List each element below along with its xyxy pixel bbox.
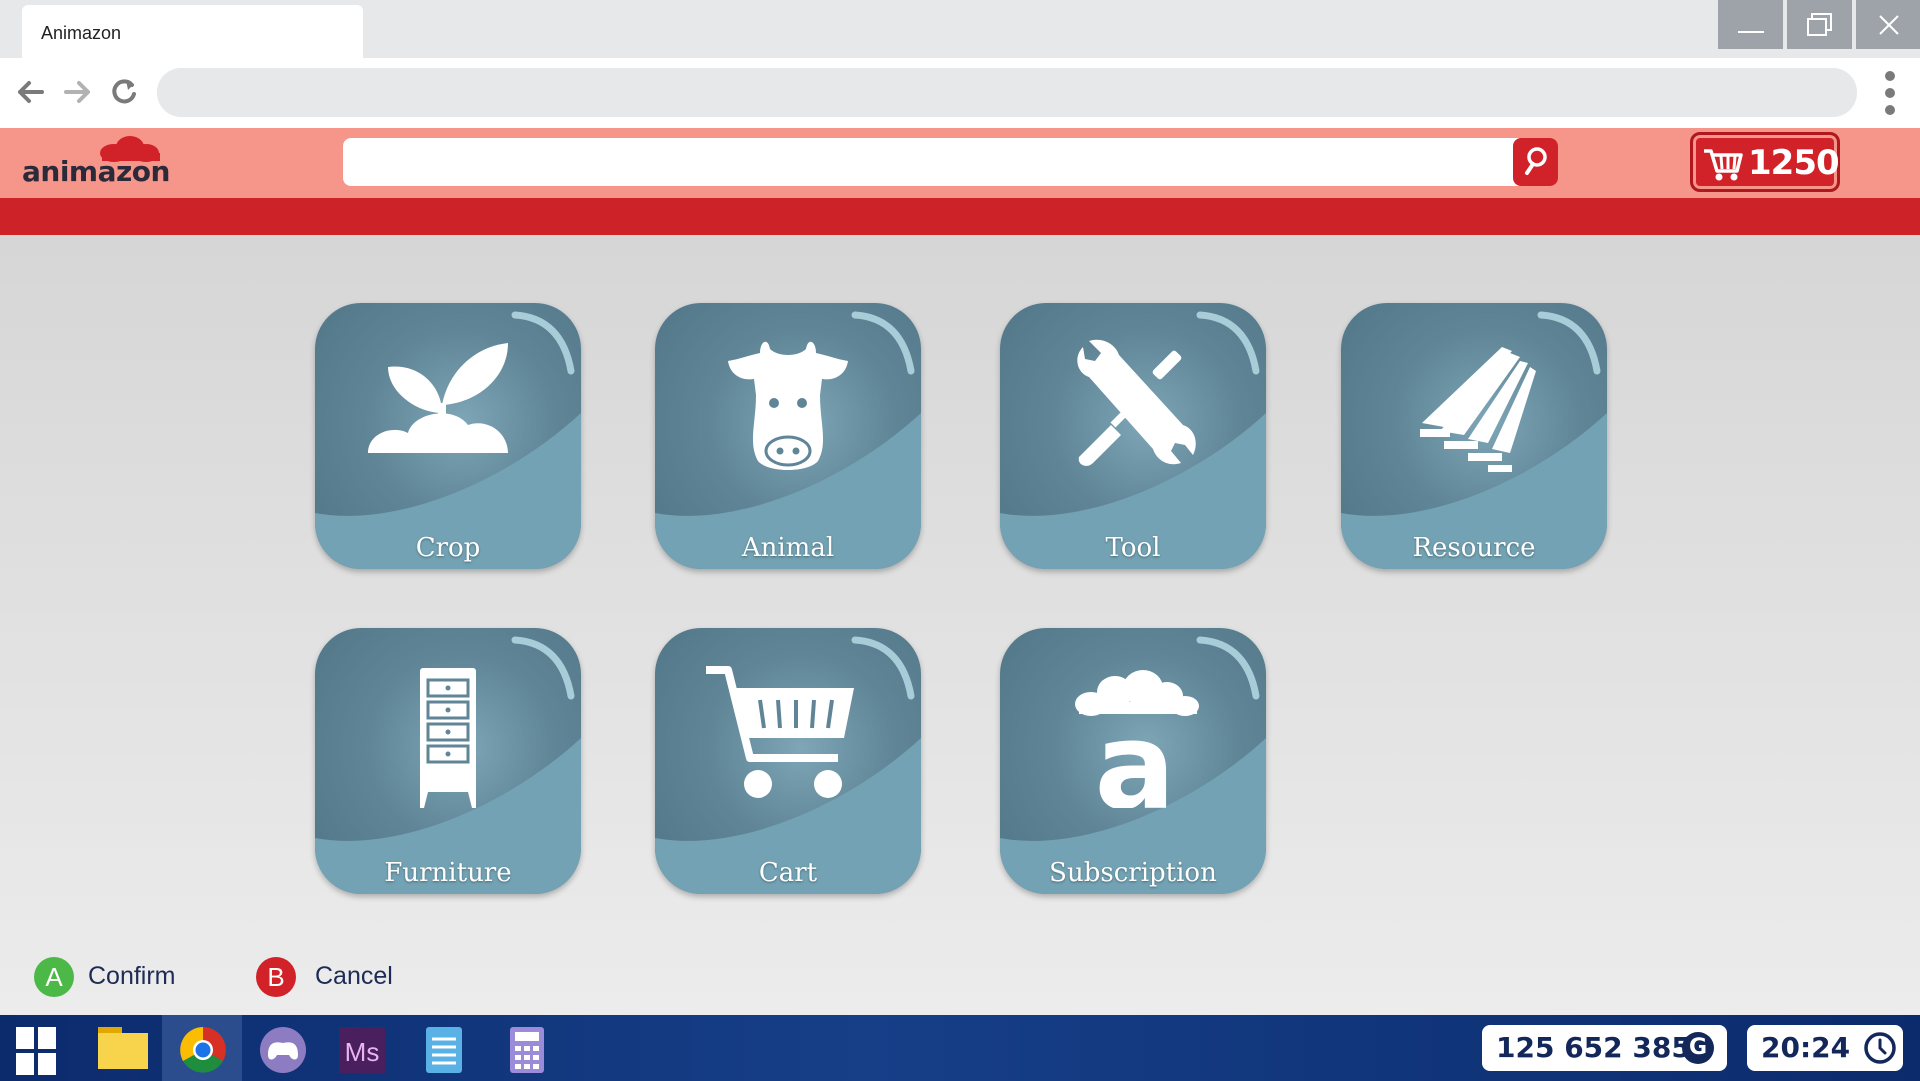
browser-tab[interactable]: Animazon — [22, 5, 363, 58]
logo-text: animazon — [22, 155, 170, 188]
sprout-icon — [368, 343, 508, 453]
calculator-icon — [510, 1027, 544, 1073]
address-bar[interactable] — [157, 68, 1857, 117]
a-button-icon: A — [34, 957, 74, 997]
browser-nav-bar — [0, 58, 1920, 128]
category-tile-animal[interactable]: Animal — [655, 303, 921, 569]
svg-text:Ms: Ms — [345, 1037, 380, 1067]
confirm-label: Confirm — [88, 962, 176, 990]
start-button[interactable] — [0, 1015, 80, 1081]
taskbar-chrome[interactable] — [162, 1015, 242, 1081]
dresser-icon — [420, 668, 476, 808]
tile-label: Resource — [1412, 533, 1536, 563]
clock-icon — [1864, 1032, 1896, 1064]
wrench-screwdriver-icon — [1077, 339, 1196, 466]
category-tile-tool[interactable]: Tool — [1000, 303, 1266, 569]
search-button[interactable] — [1513, 138, 1558, 186]
tile-label: Tool — [1105, 533, 1161, 563]
category-tile-resource[interactable]: Resource — [1341, 303, 1607, 569]
cow-icon — [728, 341, 848, 470]
taskbar-file-manager[interactable] — [80, 1015, 160, 1081]
taskbar-ms-app[interactable]: Ms — [322, 1015, 402, 1081]
category-tile-furniture[interactable]: Furniture — [315, 628, 581, 894]
tile-label: Crop — [415, 533, 481, 563]
search-icon — [1525, 147, 1547, 175]
taskbar-notepad[interactable] — [404, 1015, 484, 1081]
taskbar-calculator[interactable] — [486, 1015, 566, 1081]
close-icon — [1879, 15, 1899, 35]
back-arrow-icon[interactable] — [12, 74, 48, 110]
cart-balance-badge[interactable]: 1250 — [1690, 132, 1840, 192]
search-input[interactable] — [343, 138, 1558, 186]
restore-button[interactable] — [1787, 0, 1852, 49]
minimize-button[interactable] — [1718, 0, 1783, 49]
reload-icon[interactable] — [106, 74, 142, 110]
tile-label: Furniture — [384, 858, 512, 888]
lumber-icon — [1420, 347, 1536, 472]
header-red-band — [0, 198, 1920, 235]
minimize-icon — [1738, 31, 1764, 33]
site-header: animazon 1250 — [0, 128, 1920, 198]
game-controller-icon — [260, 1027, 306, 1073]
ms-app-icon: Ms — [339, 1027, 385, 1073]
forward-arrow-icon[interactable] — [60, 74, 96, 110]
animazon-logo[interactable]: animazon — [22, 133, 172, 193]
category-tile-subscription[interactable]: a Subscription — [1000, 628, 1266, 894]
tile-label: Subscription — [1049, 858, 1217, 888]
b-button-icon: B — [256, 957, 296, 997]
svg-text:a: a — [1095, 698, 1176, 808]
main-content: Crop Animal Tool Resource Furniture Cart… — [0, 235, 1920, 1015]
kebab-menu-icon[interactable] — [1872, 66, 1908, 120]
cancel-label: Cancel — [315, 962, 393, 990]
gold-coin-icon: G — [1682, 1032, 1714, 1064]
animazon-logo-icon: a — [1075, 670, 1199, 808]
money-amount: 125 652 385 — [1496, 1031, 1691, 1064]
file-manager-icon — [98, 1027, 148, 1069]
money-display: 125 652 385 G — [1482, 1025, 1727, 1071]
clock-display: 20:24 — [1747, 1025, 1903, 1071]
notepad-icon — [426, 1027, 462, 1073]
category-tile-cart[interactable]: Cart — [655, 628, 921, 894]
category-tile-crop[interactable]: Crop — [315, 303, 581, 569]
cart-icon — [1704, 149, 1743, 181]
cart-count: 1250 — [1748, 143, 1840, 183]
tile-label: Animal — [741, 533, 835, 563]
close-button[interactable] — [1856, 0, 1920, 49]
taskbar: Ms 125 652 385 G 20:24 — [0, 1015, 1920, 1081]
clock-time: 20:24 — [1761, 1031, 1851, 1064]
chrome-icon — [180, 1027, 226, 1073]
taskbar-game[interactable] — [242, 1015, 322, 1081]
tile-label: Cart — [758, 858, 818, 888]
browser-tab-bar: Animazon — [0, 0, 1920, 58]
shopping-cart-icon — [706, 666, 854, 798]
start-icon — [16, 1027, 56, 1075]
restore-icon — [1807, 13, 1832, 36]
